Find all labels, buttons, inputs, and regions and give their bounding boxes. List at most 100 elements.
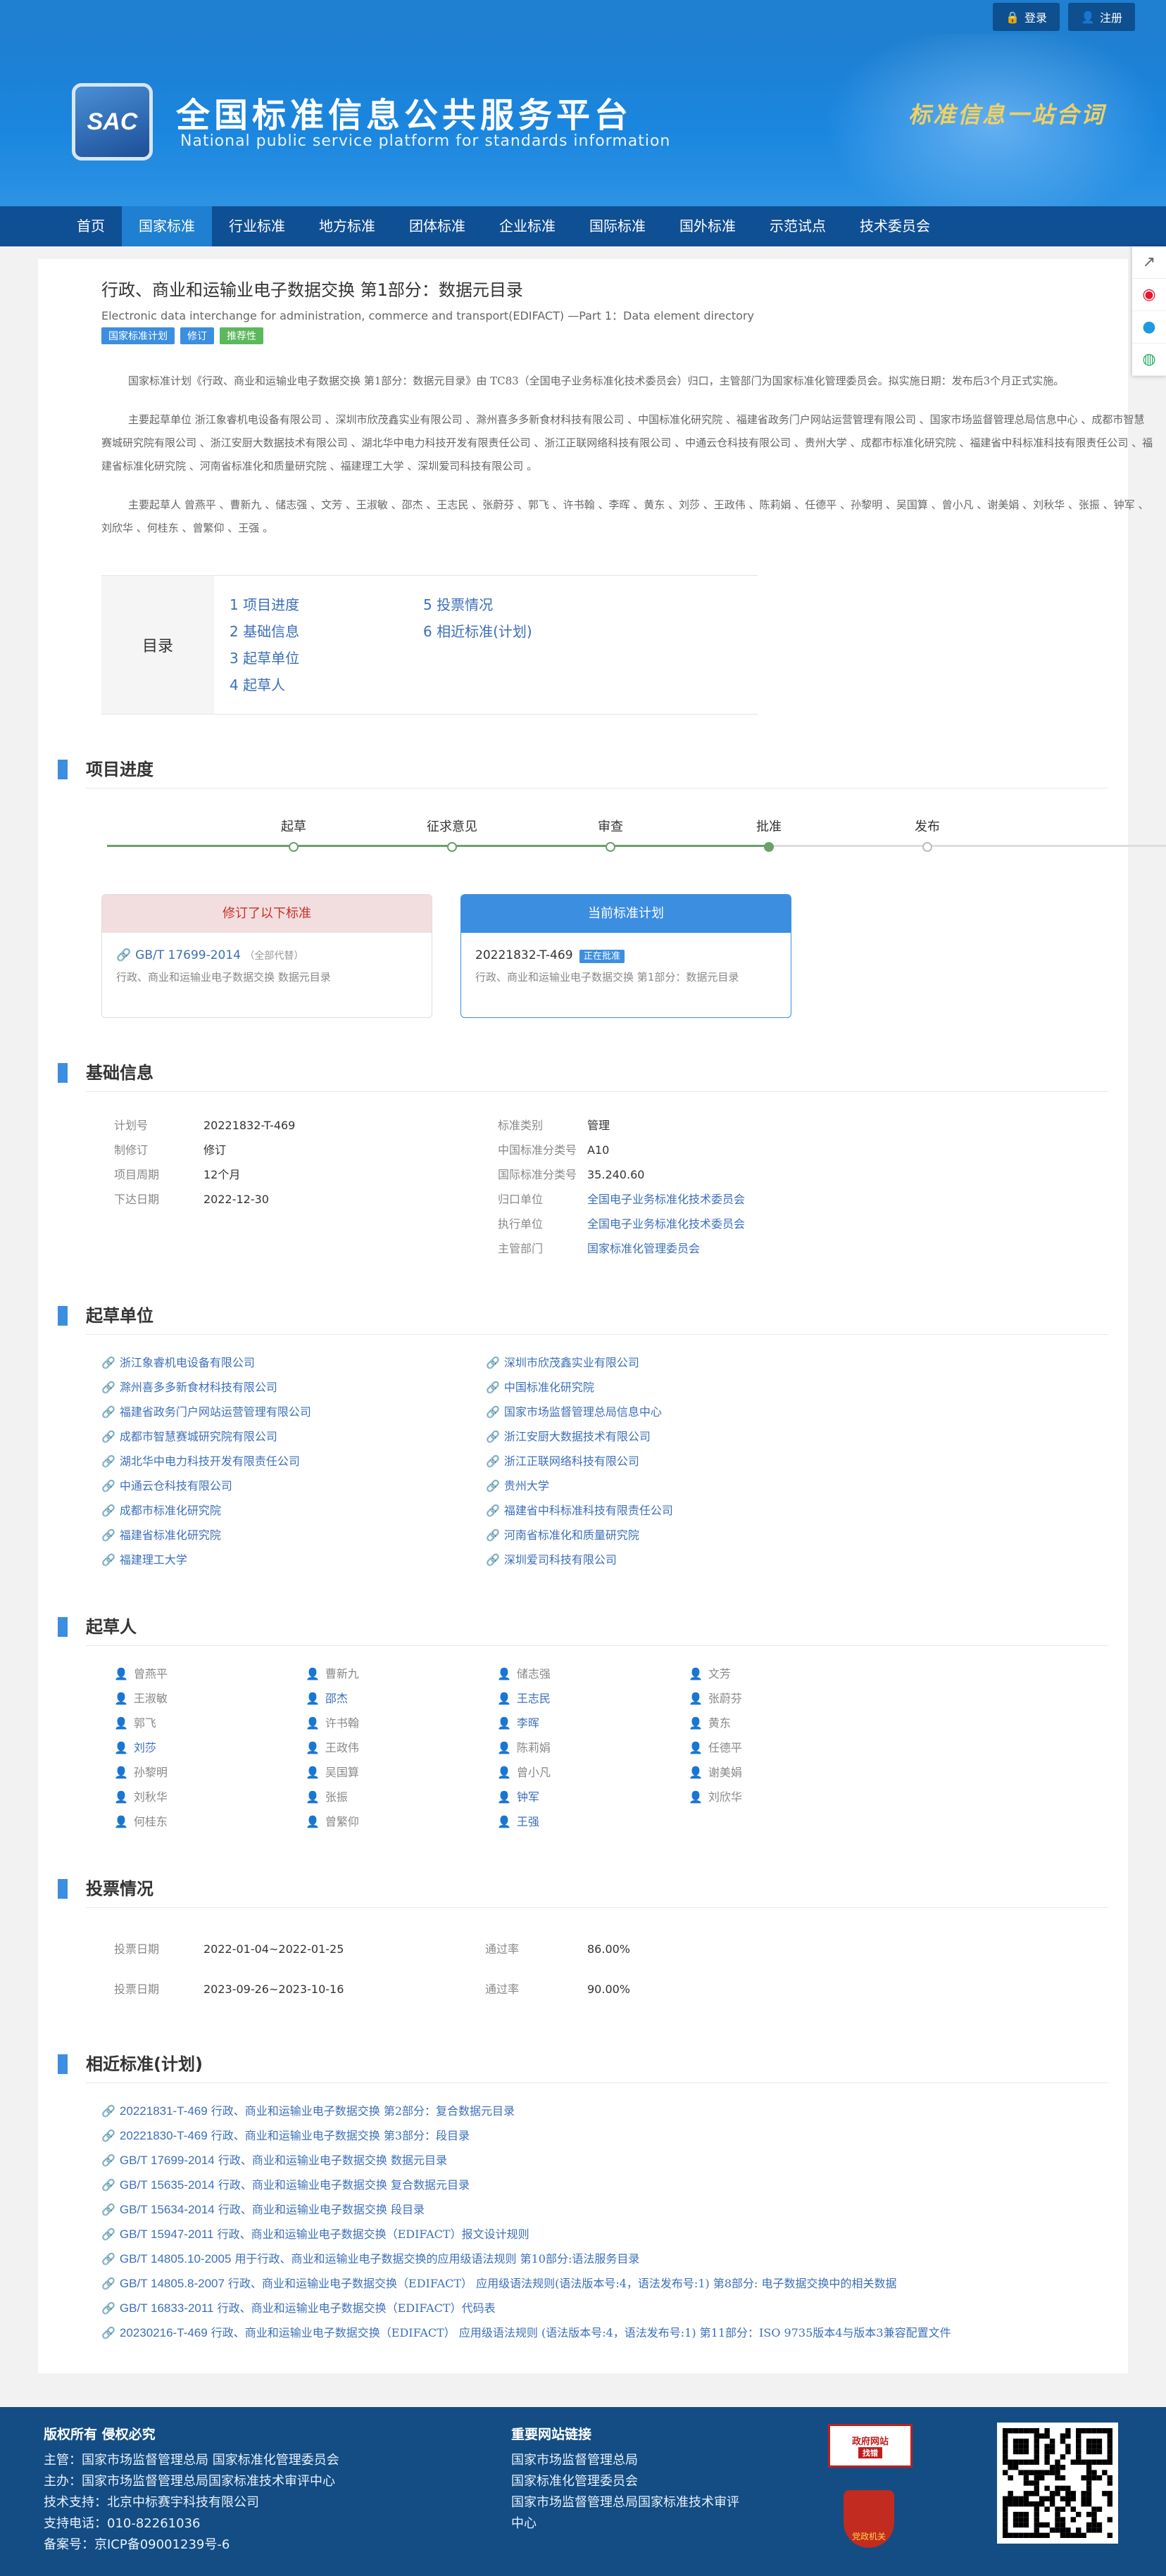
standard-tag: 修订	[180, 327, 214, 344]
drafting-unit-link[interactable]: 🔗 河南省标准化和质量研究院	[486, 1523, 870, 1547]
related-standard-link[interactable]: 🔗 GB/T 15634-2014 行政、商业和运输业电子数据交换 段目录	[101, 2197, 1108, 2222]
drafter-name: 王政伟	[325, 1741, 359, 1754]
drafting-unit-link[interactable]: 🔗 贵州大学	[486, 1474, 870, 1498]
drafter-item[interactable]: 👤 李晖	[484, 1711, 676, 1735]
drafter-item[interactable]: 👤 王强	[484, 1809, 676, 1834]
drafting-unit-link[interactable]: 🔗 成都市智慧赛城研究院有限公司	[101, 1424, 486, 1449]
drafting-unit-link[interactable]: 🔗 滁州喜多多新食材科技有限公司	[101, 1375, 486, 1400]
nav-item[interactable]: 企业标准	[482, 206, 572, 246]
drafting-unit-link[interactable]: 🔗 国家市场监督管理总局信息中心	[486, 1400, 870, 1424]
card-header: 当前标准计划	[461, 895, 791, 933]
drafter-name: 谢美娟	[708, 1766, 742, 1779]
footer-line: 主管：国家市场监督管理总局 国家标准化管理委员会	[44, 2453, 339, 2468]
link-icon: 🔗	[101, 1356, 115, 1369]
nav-item[interactable]: 首页	[60, 206, 122, 246]
units-paragraph: 主要起草单位 浙江象睿机电设备有限公司 、深圳市欣茂鑫实业有限公司 、滁州喜多多…	[101, 413, 1153, 472]
drafting-unit-link[interactable]: 🔗 中通云仓科技有限公司	[101, 1474, 486, 1498]
wechat-icon[interactable]: ◍	[1132, 344, 1166, 376]
drafter-item[interactable]: 👤 刘莎	[101, 1735, 293, 1760]
related-standard-link[interactable]: 🔗 20221830-T-469 行政、商业和运输业电子数据交换 第3部分：段目录	[101, 2123, 1108, 2148]
toc-link[interactable]: 2 基础信息	[230, 618, 423, 645]
footer-links: 重要网站链接 国家市场监督管理总局 国家标准化管理委员会 国家市场监督管理总局国家标…	[511, 2424, 779, 2534]
drafting-unit-link[interactable]: 🔗 深圳爱司科技有限公司	[486, 1547, 870, 1572]
drafting-units-list: 🔗 浙江象睿机电设备有限公司 🔗 深圳市欣茂鑫实业有限公司 🔗 滁州喜多多新食材科技有限公…	[101, 1350, 1108, 1572]
toc-link[interactable]: 1 项目进度	[230, 591, 423, 618]
replace-note: （全部代替）	[244, 950, 304, 962]
link-icon: 🔗	[101, 2178, 115, 2192]
info-link[interactable]: 全国电子业务标准化技术委员会	[587, 1212, 1010, 1236]
info-link[interactable]: 国家标准化管理委员会	[587, 1236, 1010, 1261]
drafting-unit-name: 国家市场监督管理总局信息中心	[503, 1405, 662, 1419]
login-button[interactable]: 🔒 登录	[993, 3, 1060, 31]
nav-item[interactable]: 示范试点	[753, 206, 843, 246]
drafting-unit-link[interactable]: 🔗 浙江正联网络科技有限公司	[486, 1449, 870, 1474]
related-standard-link[interactable]: 🔗 GB/T 14805.10-2005 用于行政、商业和运输业电子数据交换的应用…	[101, 2247, 1108, 2271]
drafting-unit-link[interactable]: 🔗 湖北华中电力科技开发有限责任公司	[101, 1449, 486, 1474]
drafter-item[interactable]: 👤 钟军	[484, 1785, 676, 1809]
related-standard-link[interactable]: 🔗 20221831-T-469 行政、商业和运输业电子数据交换 第2部分：复合数…	[101, 2099, 1108, 2123]
drafter-item[interactable]: 👤 王志民	[484, 1686, 676, 1711]
nav-item[interactable]: 国际标准	[572, 206, 663, 246]
timeline-step: 发布	[915, 817, 940, 852]
toc-link[interactable]: 5 投票情况	[423, 591, 617, 618]
footer-link[interactable]: 国家标准化管理委员会	[511, 2471, 779, 2492]
info-link[interactable]: 全国电子业务标准化技术委员会	[587, 1187, 1010, 1212]
nav-item[interactable]: 国家标准	[122, 206, 212, 246]
footer-link[interactable]: 国家市场监督管理总局	[511, 2450, 779, 2471]
related-standard-link[interactable]: 🔗 GB/T 14805.8-2007 行政、商业和运输业电子数据交换（EDIFA…	[101, 2271, 1108, 2296]
nav-item[interactable]: 技术委员会	[843, 206, 947, 246]
related-standard-link[interactable]: 🔗 GB/T 15947-2011 行政、商业和运输业电子数据交换（EDIFACT…	[101, 2222, 1108, 2247]
related-name: 行政、商业和运输业电子数据交换 段目录	[214, 2203, 425, 2216]
slogan: 标准信息一站合词	[908, 101, 1106, 128]
sac-logo[interactable]: SAC	[72, 83, 153, 161]
related-code: GB/T 17699-2014	[119, 2154, 215, 2167]
drafter-name: 王志民	[516, 1692, 551, 1705]
drafting-unit-link[interactable]: 🔗 福建省政务门户网站运营管理有限公司	[101, 1400, 486, 1424]
drafting-unit-name: 福建省标准化研究院	[119, 1528, 221, 1542]
info-key: 制修订	[114, 1143, 149, 1157]
nav-item[interactable]: 团体标准	[392, 206, 482, 246]
drafting-unit-link[interactable]: 🔗 深圳市欣茂鑫实业有限公司	[486, 1350, 870, 1375]
drafting-unit-link[interactable]: 🔗 成都市标准化研究院	[101, 1498, 486, 1523]
qq-icon[interactable]: ●	[1132, 311, 1166, 344]
gov-site-error-badge[interactable]: 政府网站 找错	[828, 2424, 913, 2468]
nav-item[interactable]: 行业标准	[212, 206, 302, 246]
user-icon: 👤	[497, 1741, 511, 1754]
related-standard-link[interactable]: 🔗 20230216-T-469 行政、商业和运输业电子数据交换（EDIFACT）…	[101, 2320, 1108, 2345]
revised-standard-link[interactable]: GB/T 17699-2014	[135, 948, 241, 962]
weibo-icon[interactable]: ◉	[1132, 279, 1166, 311]
people-paragraph: 主要起草人 曾燕平 、曹新九 、储志强 、文芳 、王淑敏 、邵杰 、王志民 、张…	[101, 498, 1149, 534]
nav-item[interactable]: 国外标准	[663, 206, 753, 246]
user-icon: 👤	[689, 1667, 703, 1680]
toc-link[interactable]: 6 相近标准(计划)	[423, 618, 617, 645]
drafting-unit-link[interactable]: 🔗 福建省标准化研究院	[101, 1523, 486, 1547]
drafting-unit-link[interactable]: 🔗 中国标准化研究院	[486, 1375, 870, 1400]
drafter-item[interactable]: 👤 邵杰	[293, 1686, 484, 1711]
related-standard-link[interactable]: 🔗 GB/T 15635-2014 行政、商业和运输业电子数据交换 复合数据元目录	[101, 2173, 1108, 2197]
info-key: 执行单位	[498, 1217, 544, 1231]
timeline-step-dot	[764, 842, 774, 852]
drafter-item: 👤 任德平	[676, 1735, 867, 1760]
nav-item[interactable]: 地方标准	[302, 206, 392, 246]
register-button[interactable]: 👤 注册	[1068, 3, 1135, 31]
share-icon[interactable]: ↗	[1132, 246, 1166, 279]
section-title: 起草单位	[58, 1303, 1108, 1328]
drafter-name: 李晖	[516, 1716, 539, 1730]
info-key: 主管部门	[498, 1242, 544, 1255]
related-standard-link[interactable]: 🔗 GB/T 16833-2011 行政、商业和运输业电子数据交换（EDIFACT…	[101, 2296, 1108, 2320]
footer-link[interactable]: 国家市场监督管理总局国家标准技术审评	[511, 2492, 779, 2513]
party-gov-badge[interactable]: 党政机关	[844, 2490, 894, 2548]
related-standard-link[interactable]: 🔗 GB/T 17699-2014 行政、商业和运输业电子数据交换 数据元目录	[101, 2148, 1108, 2173]
footer-link[interactable]: 中心	[511, 2513, 779, 2534]
link-icon: 🔗	[486, 1430, 500, 1443]
drafting-unit-link[interactable]: 🔗 浙江安厨大数据技术有限公司	[486, 1424, 870, 1449]
footer-copyright: 版权所有 侵权必究 主管：国家市场监督管理总局 国家标准化管理委员会 主办：国家市…	[44, 2424, 339, 2556]
toc-link[interactable]: 3 起草单位	[230, 645, 423, 672]
drafting-unit-name: 浙江象睿机电设备有限公司	[119, 1356, 255, 1369]
drafting-unit-link[interactable]: 🔗 福建省中科标准科技有限责任公司	[486, 1498, 870, 1523]
drafting-unit-link[interactable]: 🔗 浙江象睿机电设备有限公司	[101, 1350, 486, 1375]
drafting-unit-link[interactable]: 🔗 福建理工大学	[101, 1547, 486, 1572]
toc-link[interactable]: 4 起草人	[230, 672, 423, 698]
drafter-name: 储志强	[516, 1667, 551, 1680]
info-key: 国际标准分类号	[498, 1168, 577, 1181]
